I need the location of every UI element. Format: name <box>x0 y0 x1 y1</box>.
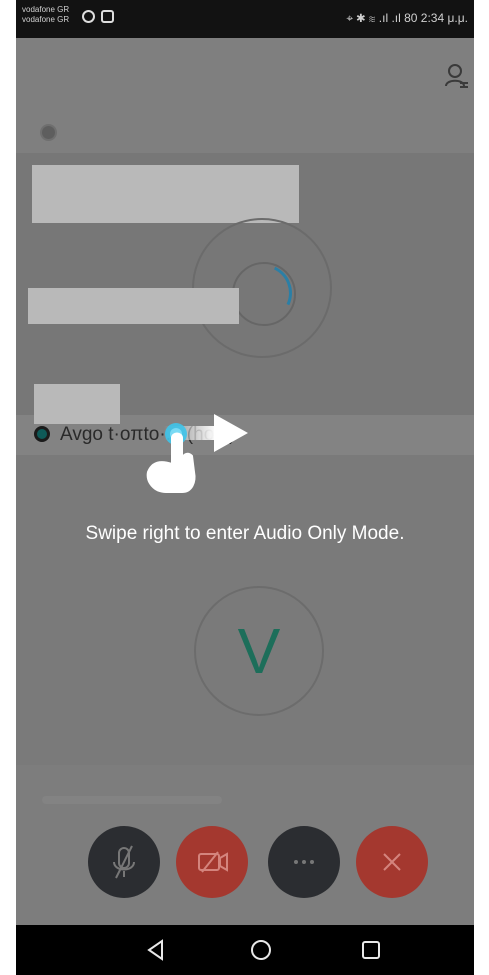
status-bar: vodafone GR vodafone GR ⌖ ✱ ≋ .ıl .ıl 80… <box>16 0 474 38</box>
avatar-letter: V <box>237 615 281 687</box>
swipe-hint-text: Swipe right to enter Audio Only Mode. <box>85 523 405 544</box>
video-button[interactable] <box>176 826 248 898</box>
participants-icon[interactable] <box>444 62 470 92</box>
status-right: ⌖ ✱ ≋ .ıl .ıl 80 2:34 μ.μ. <box>346 11 468 25</box>
mute-button[interactable] <box>88 826 160 898</box>
image-icon <box>101 10 114 23</box>
more-icon <box>294 860 314 864</box>
header-area <box>16 38 474 153</box>
notification-icons <box>82 10 114 23</box>
recents-icon[interactable] <box>358 937 384 963</box>
faint-label <box>42 796 222 804</box>
audio-status-icon <box>34 426 50 442</box>
carrier-info: vodafone GR vodafone GR <box>22 5 69 25</box>
carrier-line-1: vodafone GR <box>22 5 70 14</box>
carrier-line-2: vodafone GR <box>22 15 70 24</box>
end-call-button[interactable] <box>356 826 428 898</box>
video-off-icon <box>198 851 228 873</box>
home-icon[interactable] <box>248 937 274 963</box>
phone-screen: vodafone GR vodafone GR ⌖ ✱ ≋ .ıl .ıl 80… <box>16 0 474 975</box>
back-icon[interactable] <box>144 937 170 963</box>
nav-bar <box>16 925 474 975</box>
hand-gesture-icon <box>146 423 196 493</box>
redacted-block <box>32 165 299 223</box>
mic-muted-icon <box>113 845 135 879</box>
sync-icon <box>82 10 95 23</box>
end-call-icon <box>383 853 401 871</box>
redacted-block <box>34 384 120 424</box>
lock-icon[interactable] <box>40 124 57 141</box>
redacted-block <box>28 288 239 324</box>
more-button[interactable] <box>268 826 340 898</box>
avatar: V <box>194 586 324 716</box>
